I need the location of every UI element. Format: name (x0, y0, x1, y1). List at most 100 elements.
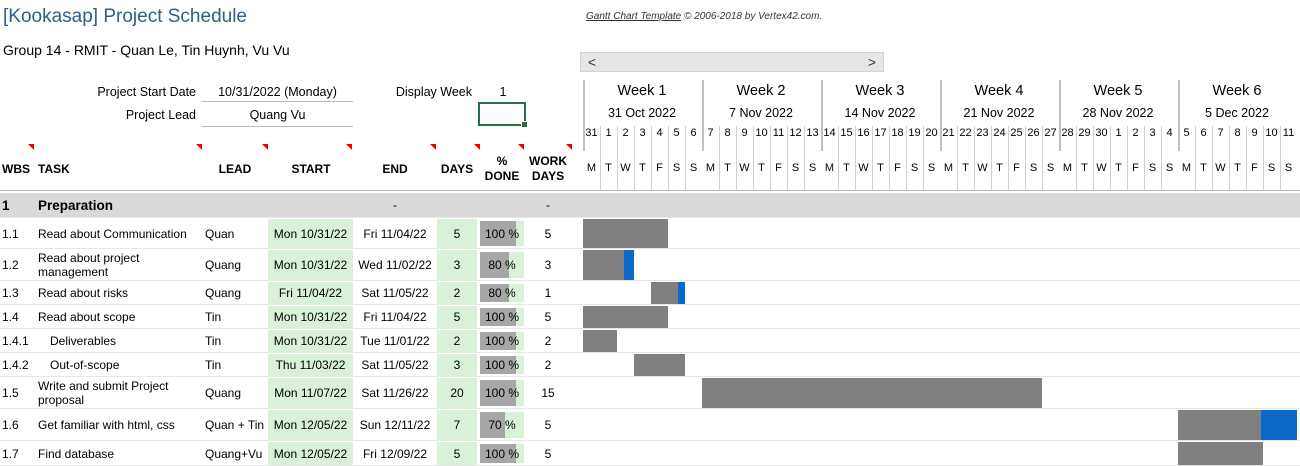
day-number: 1 (1115, 127, 1122, 139)
comment-indicator[interactable] (196, 144, 202, 150)
task-wbs: 1.5 (2, 386, 19, 400)
day-of-week: T (1081, 162, 1088, 174)
day-gridline (1246, 126, 1247, 190)
comment-indicator[interactable] (430, 144, 436, 150)
week-label: Week 2 (736, 83, 786, 99)
day-gridline (651, 126, 652, 190)
scroll-right-icon[interactable]: > (863, 53, 881, 71)
day-number: 11 (772, 127, 785, 139)
task-days: 3 (437, 250, 477, 280)
day-number: 11 (1282, 127, 1295, 139)
display-week-value[interactable]: 1 (480, 85, 526, 99)
day-number: 4 (656, 127, 663, 139)
comment-indicator[interactable] (566, 144, 572, 150)
day-number: 4 (1166, 127, 1173, 139)
gantt-bar-remaining[interactable] (678, 282, 685, 304)
day-gridline (1161, 126, 1162, 190)
day-of-week: S (689, 162, 698, 174)
day-gridline (872, 126, 873, 190)
task-name: Read about risks (38, 286, 129, 300)
task-work-days: 3 (544, 258, 552, 272)
task-work-days: 5 (544, 446, 552, 461)
table-row[interactable]: 1.2 Read about project management Quang Mon… (0, 250, 1300, 281)
gantt-bar[interactable] (634, 354, 685, 376)
day-number: 26 (1027, 127, 1040, 139)
project-lead-value[interactable]: Quang Vu (202, 106, 353, 127)
week-date: 5 Dec 2022 (1205, 106, 1269, 120)
task-start: Fri 11/04/22 (268, 282, 353, 304)
percent-done-cell[interactable]: 70 % (480, 412, 524, 438)
percent-done-text: 100 % (484, 386, 520, 400)
day-gridline (770, 126, 771, 190)
task-lead: Quan (205, 226, 235, 241)
day-of-week: F (1132, 162, 1139, 174)
gantt-bar[interactable] (1178, 442, 1263, 465)
gantt-bar[interactable] (702, 378, 1042, 408)
week-scrollbar[interactable]: < > (580, 52, 884, 72)
day-number: 12 (789, 127, 802, 139)
table-row[interactable]: 1.4.2 Out-of-scope Tin Thu 11/03/22 Sat 11/0… (0, 354, 1300, 377)
percent-done-cell[interactable]: 100 % (480, 308, 524, 326)
table-row[interactable]: 1.6 Get familiar with html, css Quan + Tin… (0, 410, 1300, 441)
day-of-week: S (910, 162, 919, 174)
comment-indicator[interactable] (346, 144, 352, 150)
gantt-bar[interactable] (583, 330, 617, 352)
table-row[interactable]: 1.7 Find database Quang+Vu Mon 12/05/22 Fri … (0, 442, 1300, 466)
phase-row[interactable]: 1 Preparation - - (0, 193, 1300, 218)
table-row[interactable]: 1.3 Read about risks Quang Fri 11/04/22 Sat … (0, 282, 1300, 305)
percent-done-cell[interactable]: 100 % (480, 221, 524, 246)
task-start: Mon 10/31/22 (268, 306, 353, 328)
header-end: END (382, 162, 408, 176)
day-gridline (1280, 126, 1281, 190)
day-of-week: W (977, 162, 988, 174)
header-days: DAYS (440, 162, 474, 176)
percent-done-cell[interactable]: 80 % (480, 284, 524, 302)
task-end: Sat 11/05/22 (361, 286, 429, 300)
comment-indicator[interactable] (262, 144, 268, 150)
comment-indicator[interactable] (28, 144, 34, 150)
percent-done-cell[interactable]: 100 % (480, 332, 524, 350)
comment-indicator[interactable] (518, 144, 524, 150)
project-start-value[interactable]: 10/31/2022 (Monday) (202, 83, 353, 102)
task-lead: Quan + Tin (205, 418, 265, 432)
week-date: 31 Oct 2022 (607, 106, 677, 120)
day-of-week: M (1062, 162, 1073, 174)
table-row[interactable]: 1.5 Write and submit Project proposal Quan… (0, 378, 1300, 409)
day-number: 14 (823, 127, 836, 139)
table-row[interactable]: 1.1 Read about Communication Quan Mon 10/31… (0, 219, 1300, 249)
gantt-bar[interactable] (583, 306, 668, 328)
day-of-week: T (843, 162, 850, 174)
table-row[interactable]: 1.4.1 Deliverables Tin Mon 10/31/22 Tue 11/0… (0, 330, 1300, 353)
task-wbs: 1.3 (2, 286, 19, 300)
gantt-bar[interactable] (583, 219, 668, 248)
day-of-week: S (672, 162, 681, 174)
day-gridline (804, 126, 805, 190)
comment-indicator[interactable] (474, 144, 480, 150)
day-of-week: S (1165, 162, 1174, 174)
day-of-week: S (791, 162, 800, 174)
day-number: 5 (673, 127, 680, 139)
day-gridline (1195, 126, 1196, 190)
day-number: 16 (857, 127, 870, 139)
task-wbs: 1.7 (2, 446, 19, 461)
percent-done-cell[interactable]: 100 % (480, 380, 524, 406)
day-of-week: T (1200, 162, 1207, 174)
percent-done-cell[interactable]: 100 % (480, 444, 524, 463)
day-of-week: W (1096, 162, 1107, 174)
active-cell-cursor[interactable] (478, 102, 528, 128)
week-label: Week 5 (1093, 83, 1143, 99)
percent-done-cell[interactable]: 80 % (480, 252, 524, 278)
percent-done-cell[interactable]: 100 % (480, 356, 524, 374)
day-number: 22 (959, 127, 972, 139)
scroll-left-icon[interactable]: < (583, 53, 601, 71)
gantt-template-link[interactable]: Gantt Chart Template (586, 11, 681, 22)
day-gridline (957, 126, 958, 190)
day-of-week: S (1029, 162, 1038, 174)
day-number: 27 (1044, 127, 1057, 139)
day-number: 5 (1183, 127, 1190, 139)
gantt-bar-remaining[interactable] (623, 250, 634, 280)
table-row[interactable]: 1.4 Read about scope Tin Mon 10/31/22 Fri 11… (0, 306, 1300, 329)
gantt-bar-remaining[interactable] (1261, 410, 1297, 440)
day-of-week: T (962, 162, 969, 174)
day-number: 10 (755, 127, 768, 139)
